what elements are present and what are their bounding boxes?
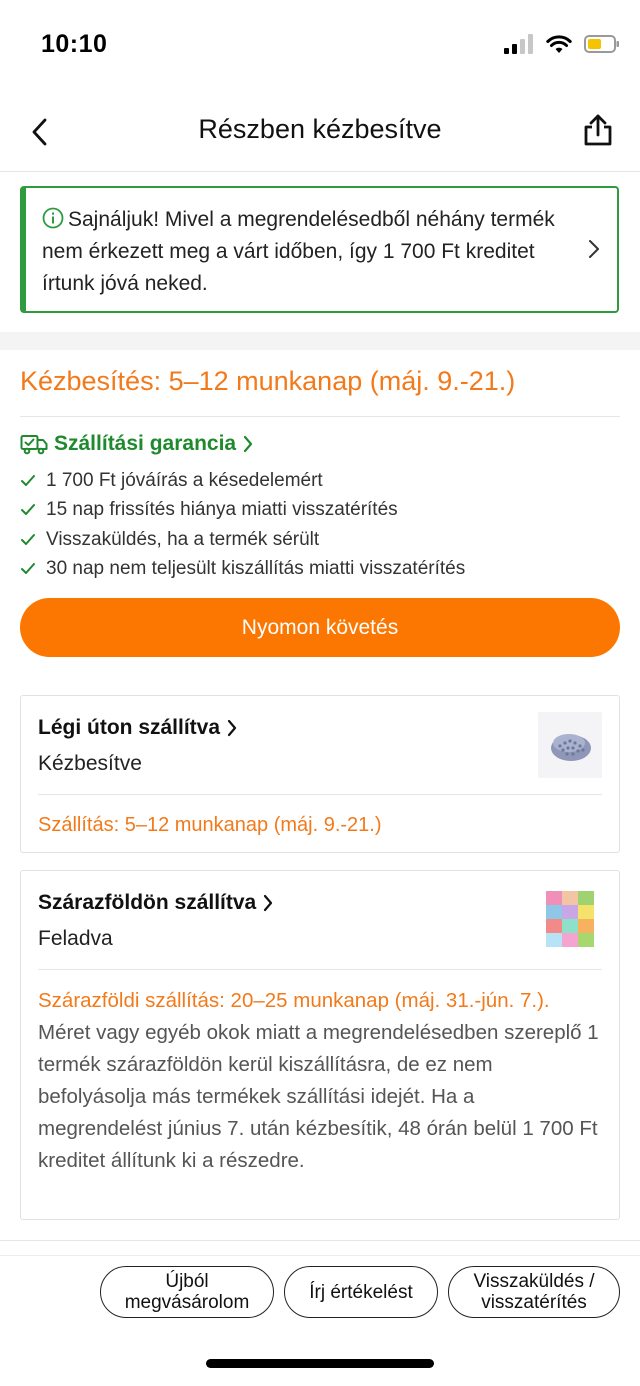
notice-text-block: Sajnáljuk! Mivel a megrendelésedből néhá… (42, 204, 557, 300)
divider (38, 794, 602, 795)
section-separator (0, 332, 640, 350)
shipment-status: Kézbesítve (38, 752, 142, 775)
shipping-guarantee-title: Szállítási garancia (54, 432, 237, 455)
check-icon (21, 533, 35, 545)
guarantee-item-text: 15 nap frissítés hiánya miatti visszatér… (46, 499, 398, 521)
check-icon (21, 474, 35, 486)
buy-again-button[interactable]: Újból megvásárolom (100, 1266, 274, 1318)
guarantee-item-text: 30 nap nem teljesült kiszállítás miatti … (46, 558, 466, 580)
check-icon (21, 504, 35, 516)
divider (38, 969, 602, 970)
guarantee-item-text: Visszaküldés, ha a termék sérült (46, 528, 320, 550)
product-thumbnail[interactable] (538, 887, 602, 953)
page-title: Részben kézbesítve (198, 114, 442, 144)
write-review-button[interactable]: Írj értékelést (284, 1266, 438, 1318)
shipment-title-link[interactable]: Légi úton szállítva (38, 716, 238, 740)
guarantee-item: 30 nap nem teljesült kiszállítás miatti … (20, 555, 465, 585)
truck-check-icon (20, 435, 48, 455)
check-icon (21, 563, 35, 575)
info-icon (42, 207, 64, 229)
guarantee-item: Visszaküldés, ha a termék sérült (20, 525, 465, 555)
product-thumbnail[interactable] (538, 712, 602, 778)
shipment-card-ground[interactable]: Szárazföldön szállítva Feladva Szárazföl… (20, 870, 620, 1220)
divider (0, 1255, 640, 1256)
guarantee-item: 15 nap frissítés hiánya miatti visszatér… (20, 496, 465, 526)
status-icons (504, 34, 620, 54)
battery-icon (584, 35, 619, 53)
chevron-right-icon (227, 719, 237, 737)
cellular-signal-icon (504, 34, 533, 54)
chevron-right-icon (589, 240, 599, 258)
share-icon (584, 114, 612, 146)
shipment-title: Légi úton szállítva (38, 716, 221, 739)
track-order-button[interactable]: Nyomon követés (20, 598, 620, 657)
return-refund-button[interactable]: Visszaküldés / visszatérítés (448, 1266, 620, 1318)
nav-bar: Részben kézbesítve (0, 92, 640, 172)
guarantee-item: 1 700 Ft jóváírás a késedelemért (20, 466, 465, 496)
shipment-card-air[interactable]: Légi úton szállítva Kézbesítve Szállítás… (20, 695, 620, 853)
shipment-eta: Szárazföldi szállítás: 20–25 munkanap (m… (38, 989, 550, 1012)
status-bar: 10:10 (0, 0, 640, 92)
foam-mat-image (538, 887, 602, 953)
share-button[interactable] (578, 110, 618, 150)
shipment-note: Méret vagy egyéb okok miatt a megrendelé… (38, 1021, 599, 1172)
chevron-right-icon (243, 435, 253, 453)
credit-notice[interactable]: Sajnáljuk! Mivel a megrendelésedből néhá… (20, 186, 619, 313)
ground-shipping-info: Szárazföldi szállítás: 20–25 munkanap (m… (38, 985, 602, 1177)
guarantee-list: 1 700 Ft jóváírás a késedelemért 15 nap … (20, 466, 465, 584)
balance-dome-image (538, 712, 602, 778)
status-time: 10:10 (41, 30, 108, 58)
shipment-title-link[interactable]: Szárazföldön szállítva (38, 891, 274, 915)
guarantee-item-text: 1 700 Ft jóváírás a késedelemért (46, 469, 323, 491)
divider (20, 416, 620, 417)
shipment-status: Feladva (38, 927, 113, 950)
notice-text: Sajnáljuk! Mivel a megrendelésedből néhá… (42, 208, 555, 295)
delivery-estimate-title: Kézbesítés: 5–12 munkanap (máj. 9.-21.) (20, 366, 516, 396)
chevron-right-icon (264, 894, 273, 912)
wifi-icon (546, 35, 572, 53)
home-indicator[interactable] (206, 1359, 434, 1368)
shipment-title: Szárazföldön szállítva (38, 891, 257, 914)
shipping-guarantee-link[interactable]: Szállítási garancia (20, 432, 254, 456)
divider (0, 1240, 640, 1241)
shipment-eta: Szállítás: 5–12 munkanap (máj. 9.-21.) (38, 814, 382, 836)
